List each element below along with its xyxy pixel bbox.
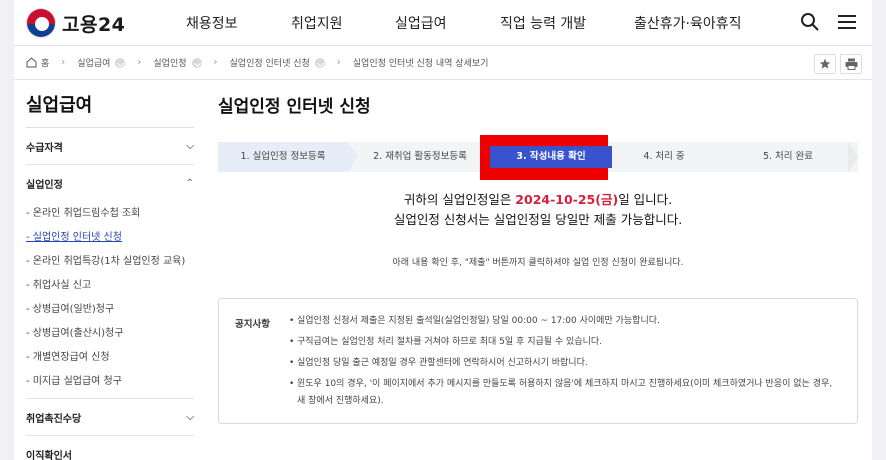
step-arrow xyxy=(348,142,358,172)
step-2: 2. 재취업 활동정보등록 xyxy=(373,151,467,162)
notice-item: 실업인정 당일 출근 예정일 경우 관할센터에 연락하시어 신고하시기 바랍니다… xyxy=(289,355,841,372)
step-5: 5. 처리 완료 xyxy=(762,151,814,162)
favorite-button[interactable] xyxy=(814,54,836,74)
recognition-date: 2024-10-25(금) xyxy=(515,192,619,207)
notice-item: 실업인정 신청서 제출은 지정된 출석일(실업인정일) 당일 00:00 ~ 1… xyxy=(289,313,841,330)
sidebar-item-unpaid-claim[interactable]: - 미지급 실업급여 청구 xyxy=(26,370,194,394)
recognition-date-notice: 귀하의 실업인정일은 2024-10-25(금)일 입니다. 실업인정 신청서는… xyxy=(218,190,858,230)
sidebar-item-internet-application[interactable]: - 실업인정 인터넷 신청 xyxy=(26,226,194,250)
step-1: 1. 실업인정 정보등록 xyxy=(218,142,348,172)
sidebar-group-separation-certificate[interactable]: 이직확인서 xyxy=(26,436,194,460)
step-3-current: 3. 작성내용 확인 xyxy=(490,146,612,168)
logo-text: 고용24 xyxy=(62,13,126,36)
sidebar-sublist: - 온라인 취업드림수첩 조회 - 실업인정 인터넷 신청 - 온라인 취업특강… xyxy=(26,202,194,399)
breadcrumb-label: 실업급여 xyxy=(77,59,111,69)
notice-text: 귀하의 실업인정일은 xyxy=(403,192,516,207)
breadcrumb-item-recognition[interactable]: 실업인정 xyxy=(153,56,202,69)
notice-box-title: 공지사항 xyxy=(235,319,270,330)
print-button[interactable] xyxy=(840,54,862,74)
notice-text: 일 입니다. xyxy=(618,192,673,207)
nav-item-employment-support[interactable]: 취업지원 xyxy=(291,13,343,33)
breadcrumb-label: 실업인정 xyxy=(153,59,187,69)
sidebar-item-extended-benefit[interactable]: - 개별연장급여 신청 xyxy=(26,346,194,370)
site-header: 고용24 채용정보 취업지원 실업급여 직업 능력 개발 출산휴가·육아휴직 xyxy=(14,0,872,46)
breadcrumb-label: 실업인정 인터넷 신청 xyxy=(229,59,310,69)
step-arrow xyxy=(848,142,858,172)
nav-item-skill-development[interactable]: 직업 능력 개발 xyxy=(500,13,586,33)
sidebar-item-sickness-benefit-childbirth[interactable]: - 상병급여(출산시)청구 xyxy=(26,322,194,346)
chevron-right-icon: › xyxy=(137,57,142,68)
home-icon xyxy=(26,57,37,68)
sidebar-group-label: 실업인정 xyxy=(26,180,63,191)
site-logo[interactable]: 고용24 xyxy=(26,8,125,38)
breadcrumb-home-label: 홈 xyxy=(41,59,50,69)
page-title: 실업인정 인터넷 신청 xyxy=(218,97,371,117)
sidebar: 실업급여 수급자격 ⌵ 실업인정 ⌃ - 온라인 취업드림수첩 조회 - 실업인… xyxy=(26,80,194,460)
breadcrumb-label: 실업인정 인터넷 신청 내역 상세보기 xyxy=(352,59,489,69)
breadcrumb-item-internet-application[interactable]: 실업인정 인터넷 신청 xyxy=(230,56,325,69)
notice-item: 구직급여는 실업인정 처리 절차를 거쳐야 하므로 최대 5일 후 지급될 수 … xyxy=(289,334,841,351)
chevron-down-icon: ⌵ xyxy=(186,140,194,152)
notice-text-line2: 실업인정 신청서는 실업인정일 당일만 제출 가능합니다. xyxy=(393,212,683,227)
sidebar-item-sickness-benefit[interactable]: - 상병급여(일반)청구 xyxy=(26,298,194,322)
sidebar-group-reemployment-allowance[interactable]: 취업촉진수당 ⌵ xyxy=(26,399,194,436)
sidebar-group-label: 취업촉진수당 xyxy=(26,413,82,425)
sidebar-title: 실업급여 xyxy=(26,95,93,116)
sidebar-item-online-lecture[interactable]: - 온라인 취업특강(1차 실업인정 교육) xyxy=(26,250,194,274)
page: 고용24 채용정보 취업지원 실업급여 직업 능력 개발 출산휴가·육아휴직 홈… xyxy=(14,0,872,460)
menu-icon[interactable] xyxy=(836,12,858,32)
submit-guide: 아래 내용 확인 후, "제출" 버튼까지 클릭하셔야 실업 인정 신청이 완료… xyxy=(392,258,684,268)
star-icon xyxy=(819,58,831,69)
notice-item: 윈도우 10의 경우, '이 페이지에서 추가 메시지를 만들도록 허용하지 않… xyxy=(289,376,841,410)
sidebar-item-online-booklet[interactable]: - 온라인 취업드림수첩 조회 xyxy=(26,202,194,226)
chevron-right-icon: › xyxy=(336,57,341,68)
header-icons xyxy=(800,12,858,32)
notice-list: 실업인정 신청서 제출은 지정된 출석일(실업인정일) 당일 00:00 ~ 1… xyxy=(289,313,841,414)
search-icon[interactable] xyxy=(800,12,820,32)
chevron-up-icon: ⌃ xyxy=(185,178,194,189)
breadcrumb: 홈 › 실업급여 › 실업인정 › 실업인정 인터넷 신청 › 실업인정 인터넷… xyxy=(14,46,872,80)
chevron-down-icon[interactable] xyxy=(191,57,202,68)
chevron-right-icon: › xyxy=(213,57,218,68)
main-content: 실업인정 인터넷 신청 1. 실업인정 정보등록 2. 재취업 활동정보등록 4… xyxy=(218,80,858,424)
chevron-down-icon[interactable] xyxy=(115,57,126,68)
nav-item-parental-leave[interactable]: 출산휴가·육아휴직 xyxy=(634,13,742,33)
sidebar-group-label: 수급자격 xyxy=(26,142,63,154)
nav-item-jobs[interactable]: 채용정보 xyxy=(186,13,238,33)
breadcrumb-item-unemployment-benefit[interactable]: 실업급여 xyxy=(77,56,126,69)
chevron-right-icon: › xyxy=(61,57,66,68)
sidebar-group-recognition[interactable]: 실업인정 ⌃ xyxy=(26,165,194,202)
utility-buttons xyxy=(814,54,862,74)
notice-box: 공지사항 실업인정 신청서 제출은 지정된 출석일(실업인정일) 당일 00:0… xyxy=(218,298,858,424)
nav-item-unemployment-benefit[interactable]: 실업급여 xyxy=(395,13,447,33)
sidebar-group-label: 이직확인서 xyxy=(26,451,72,460)
printer-icon xyxy=(845,58,857,70)
taegeuk-logo-icon xyxy=(26,8,56,38)
sidebar-item-employment-report[interactable]: - 취업사실 신고 xyxy=(26,274,194,298)
chevron-down-icon: ⌵ xyxy=(186,411,194,423)
sidebar-group-eligibility[interactable]: 수급자격 ⌵ xyxy=(26,128,194,165)
chevron-down-icon[interactable] xyxy=(314,57,325,68)
step-4: 4. 처리 중 xyxy=(643,151,685,162)
breadcrumb-home[interactable]: 홈 xyxy=(26,56,49,69)
breadcrumb-item-current: 실업인정 인터넷 신청 내역 상세보기 xyxy=(353,56,489,69)
